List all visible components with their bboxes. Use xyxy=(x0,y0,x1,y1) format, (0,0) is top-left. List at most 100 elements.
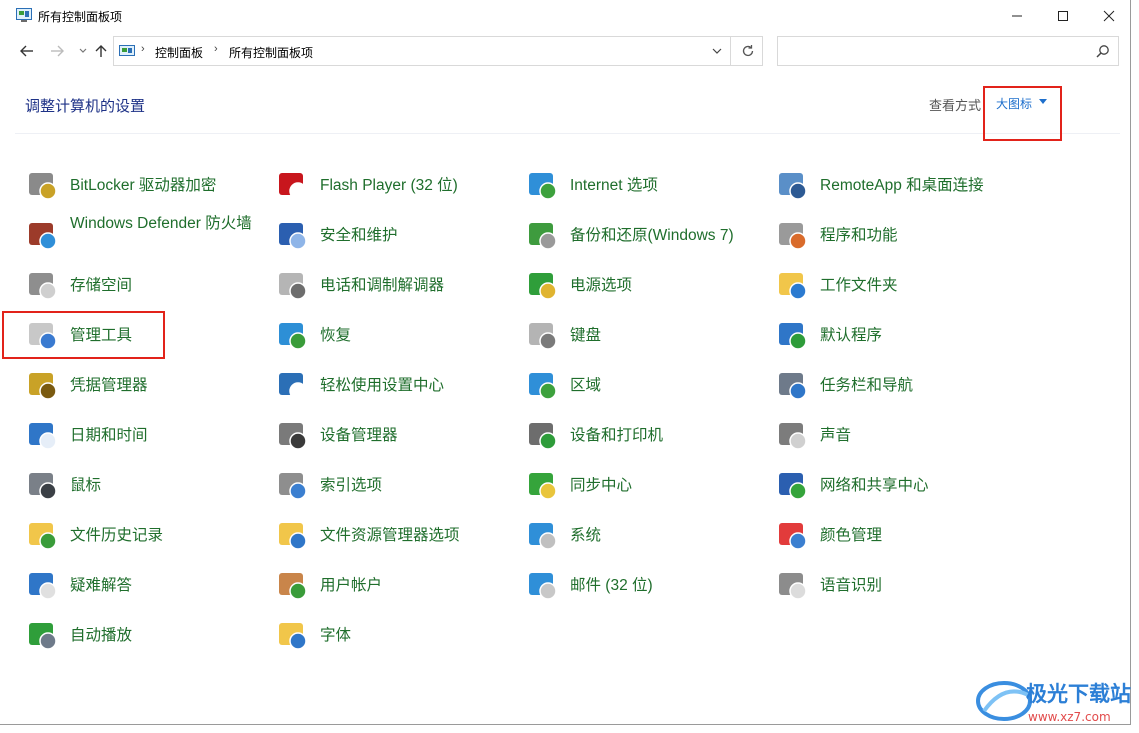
control-panel-item-label[interactable]: 电话和调制解调器 xyxy=(320,275,444,296)
control-panel-item[interactable]: 凭据管理器 xyxy=(26,363,266,407)
watermark-logo: 极光下载站 www.xz7.com xyxy=(976,681,1131,724)
control-panel-item[interactable]: 语音识别 xyxy=(776,563,1016,607)
search-input[interactable] xyxy=(777,36,1119,66)
control-panel-item[interactable]: 自动播放 xyxy=(26,613,266,657)
control-panel-item[interactable]: 区域 xyxy=(526,363,766,407)
control-panel-item[interactable]: Internet 选项 xyxy=(526,163,766,207)
forward-button[interactable] xyxy=(46,41,68,61)
control-panel-item-label[interactable]: Windows Defender 防火墙 xyxy=(70,213,270,234)
breadcrumb-separator-icon[interactable]: › xyxy=(214,43,218,55)
control-panel-item-label[interactable]: 任务栏和导航 xyxy=(820,375,913,396)
recovery-icon xyxy=(279,323,307,350)
control-panel-item[interactable]: 程序和功能 xyxy=(776,213,1016,257)
minimize-button[interactable] xyxy=(994,0,1040,31)
control-panel-item-label[interactable]: 索引选项 xyxy=(320,475,382,496)
control-panel-item[interactable]: 文件资源管理器选项 xyxy=(276,513,516,557)
control-panel-item[interactable]: 电话和调制解调器 xyxy=(276,263,516,307)
control-panel-item-label[interactable]: 字体 xyxy=(320,625,351,646)
control-panel-item-label[interactable]: 默认程序 xyxy=(820,325,882,346)
minimize-icon xyxy=(1012,15,1022,16)
control-panel-item-label[interactable]: BitLocker 驱动器加密 xyxy=(70,175,216,196)
address-dropdown-button[interactable] xyxy=(707,41,727,61)
control-panel-item[interactable]: 疑难解答 xyxy=(26,563,266,607)
control-panel-item[interactable]: 网络和共享中心 xyxy=(776,463,1016,507)
control-panel-item[interactable]: 日期和时间 xyxy=(26,413,266,457)
control-panel-item-label[interactable]: 键盘 xyxy=(570,325,601,346)
control-panel-item[interactable]: 索引选项 xyxy=(276,463,516,507)
refresh-button[interactable] xyxy=(730,37,764,65)
control-panel-item[interactable]: 存储空间 xyxy=(26,263,266,307)
control-panel-item-label[interactable]: 鼠标 xyxy=(70,475,101,496)
control-panel-item[interactable]: 同步中心 xyxy=(526,463,766,507)
control-panel-item-label[interactable]: 程序和功能 xyxy=(820,225,898,246)
control-panel-item[interactable]: 备份和还原(Windows 7) xyxy=(526,213,766,257)
control-panel-item[interactable]: 默认程序 xyxy=(776,313,1016,357)
control-panel-item[interactable]: 工作文件夹 xyxy=(776,263,1016,307)
control-panel-item-label[interactable]: 恢复 xyxy=(320,325,351,346)
control-panel-item[interactable]: 文件历史记录 xyxy=(26,513,266,557)
control-panel-item-label[interactable]: Flash Player (32 位) xyxy=(320,175,458,196)
control-panel-item[interactable]: 系统 xyxy=(526,513,766,557)
control-panel-item-label[interactable]: 颜色管理 xyxy=(820,525,882,546)
control-panel-item-label[interactable]: 邮件 (32 位) xyxy=(570,575,653,596)
control-panel-item[interactable]: 恢复 xyxy=(276,313,516,357)
control-panel-icon xyxy=(119,45,135,56)
breadcrumb-separator-icon[interactable]: › xyxy=(141,43,145,55)
arrow-right-icon xyxy=(51,45,64,57)
control-panel-item[interactable]: 任务栏和导航 xyxy=(776,363,1016,407)
control-panel-item[interactable]: Flash Player (32 位) xyxy=(276,163,516,207)
control-panel-item-label[interactable]: 工作文件夹 xyxy=(820,275,898,296)
address-bar[interactable]: › 控制面板 › 所有控制面板项 xyxy=(113,36,763,66)
control-panel-item[interactable]: 设备和打印机 xyxy=(526,413,766,457)
page-title: 调整计算机的设置 xyxy=(25,98,146,115)
up-button[interactable] xyxy=(90,41,112,61)
control-panel-item-label[interactable]: 凭据管理器 xyxy=(70,375,148,396)
control-panel-item-label[interactable]: 文件历史记录 xyxy=(70,525,163,546)
breadcrumb-all-items[interactable]: 所有控制面板项 xyxy=(229,44,313,61)
maximize-icon xyxy=(1058,10,1068,21)
control-panel-item-label[interactable]: 疑难解答 xyxy=(70,575,132,596)
control-panel-item[interactable]: 字体 xyxy=(276,613,516,657)
control-panel-item-label[interactable]: 网络和共享中心 xyxy=(820,475,929,496)
control-panel-item[interactable]: RemoteApp 和桌面连接 xyxy=(776,163,1016,207)
close-button[interactable] xyxy=(1086,0,1132,31)
breadcrumb-control-panel[interactable]: 控制面板 xyxy=(155,44,203,61)
back-button[interactable] xyxy=(16,41,38,61)
control-panel-item-label[interactable]: 区域 xyxy=(570,375,601,396)
control-panel-item-label[interactable]: 电源选项 xyxy=(570,275,632,296)
mail-icon xyxy=(529,573,557,600)
control-panel-item-label[interactable]: 系统 xyxy=(570,525,601,546)
control-panel-item-label[interactable]: 语音识别 xyxy=(820,575,882,596)
control-panel-item-label[interactable]: 备份和还原(Windows 7) xyxy=(570,225,734,246)
control-panel-item-label[interactable]: 用户帐户 xyxy=(320,575,382,596)
control-panel-item-label[interactable]: 存储空间 xyxy=(70,275,132,296)
control-panel-item[interactable]: 键盘 xyxy=(526,313,766,357)
control-panel-item-label[interactable]: 设备和打印机 xyxy=(570,425,663,446)
control-panel-item[interactable]: Windows Defender 防火墙 xyxy=(26,213,266,257)
control-panel-item[interactable]: 颜色管理 xyxy=(776,513,1016,557)
maximize-button[interactable] xyxy=(1040,0,1086,31)
indexing-icon xyxy=(279,473,307,500)
control-panel-item[interactable]: 邮件 (32 位) xyxy=(526,563,766,607)
control-panel-item-label[interactable]: 安全和维护 xyxy=(320,225,398,246)
control-panel-item-label[interactable]: 同步中心 xyxy=(570,475,632,496)
arrow-up-icon xyxy=(95,45,107,57)
control-panel-item-label[interactable]: RemoteApp 和桌面连接 xyxy=(820,175,984,196)
control-panel-item-label[interactable]: 轻松使用设置中心 xyxy=(320,375,444,396)
control-panel-item[interactable]: BitLocker 驱动器加密 xyxy=(26,163,266,207)
control-panel-item[interactable]: 安全和维护 xyxy=(276,213,516,257)
control-panel-item[interactable]: 电源选项 xyxy=(526,263,766,307)
control-panel-item-label[interactable]: 日期和时间 xyxy=(70,425,148,446)
search-icon xyxy=(1096,45,1109,58)
control-panel-item[interactable]: 声音 xyxy=(776,413,1016,457)
control-panel-item[interactable]: 轻松使用设置中心 xyxy=(276,363,516,407)
control-panel-item[interactable]: 鼠标 xyxy=(26,463,266,507)
control-panel-item[interactable]: 用户帐户 xyxy=(276,563,516,607)
control-panel-item-label[interactable]: 设备管理器 xyxy=(320,425,398,446)
control-panel-item-label[interactable]: Internet 选项 xyxy=(570,175,658,196)
control-panel-item[interactable]: 设备管理器 xyxy=(276,413,516,457)
control-panel-item-label[interactable]: 自动播放 xyxy=(70,625,132,646)
control-panel-item-label[interactable]: 声音 xyxy=(820,425,851,446)
ease-of-access-icon xyxy=(279,373,307,400)
control-panel-item-label[interactable]: 文件资源管理器选项 xyxy=(320,525,460,546)
